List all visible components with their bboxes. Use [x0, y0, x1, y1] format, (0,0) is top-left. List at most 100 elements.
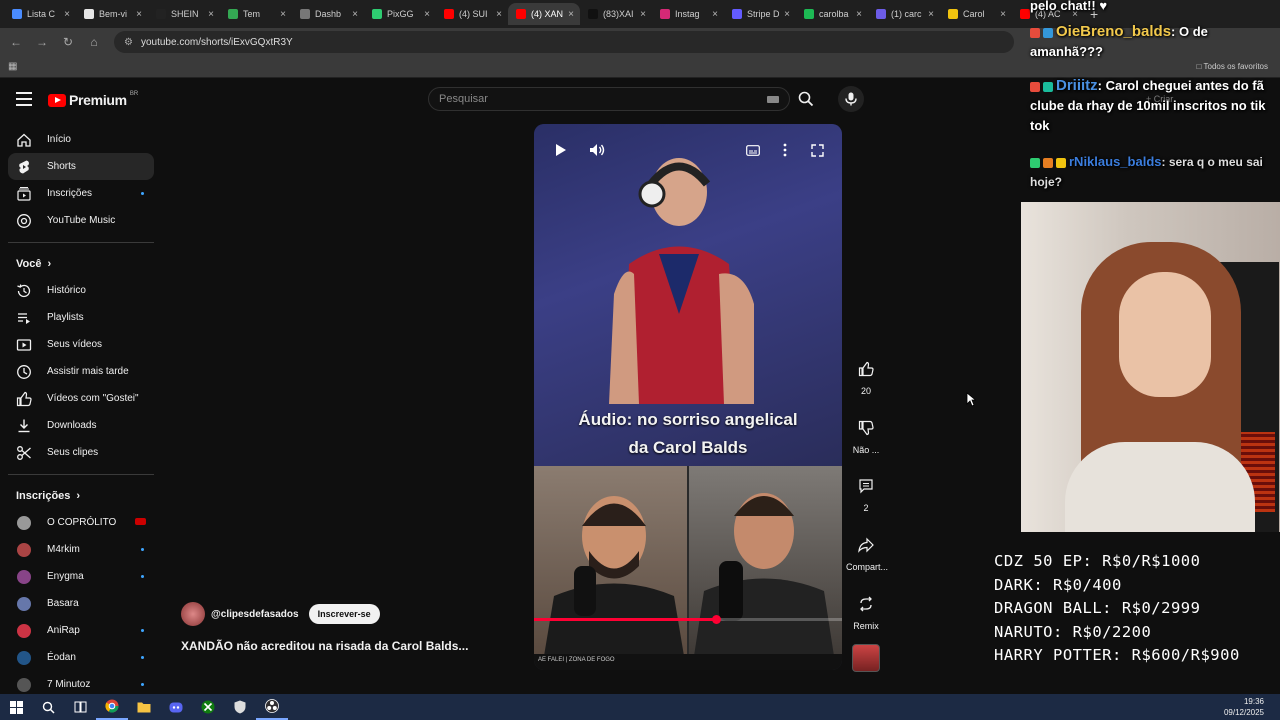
taskbar-xbox[interactable] — [192, 694, 224, 720]
browser-tab[interactable]: Dashb × — [292, 3, 364, 25]
browser-tab[interactable]: (83)XAI × — [580, 3, 652, 25]
short-title[interactable]: XANDÃO não acreditou na risada da Carol … — [181, 639, 468, 653]
play-button[interactable] — [550, 140, 572, 160]
channel-avatar — [16, 677, 32, 693]
tab-close-icon[interactable]: × — [1000, 9, 1006, 20]
browser-tab[interactable]: Lista C × — [4, 3, 76, 25]
subscriptions-section-heading[interactable]: Inscrições › — [8, 483, 154, 509]
sidebar-item-music[interactable]: YouTube Music — [8, 207, 154, 234]
browser-tab[interactable]: PixGG × — [364, 3, 436, 25]
keyboard-icon[interactable] — [767, 95, 779, 103]
back-icon[interactable]: ← — [10, 35, 22, 49]
tab-close-icon[interactable]: × — [856, 9, 862, 20]
sidebar-item-download[interactable]: Downloads — [8, 412, 154, 439]
browser-tab[interactable]: Instag × — [652, 3, 724, 25]
sidebar-item-subscriptions[interactable]: Inscrições — [8, 180, 154, 207]
sidebar-item-scissors[interactable]: Seus clipes — [8, 439, 154, 466]
reload-icon[interactable]: ↻ — [62, 35, 74, 49]
menu-icon[interactable] — [16, 92, 32, 106]
tab-close-icon[interactable]: × — [928, 9, 934, 20]
task-view-button[interactable] — [64, 694, 96, 720]
apps-grid-icon[interactable]: ▦ — [8, 61, 17, 72]
remix-icon — [860, 596, 872, 612]
remix-action[interactable]: Remix — [846, 589, 886, 631]
dislike-button[interactable] — [851, 413, 881, 443]
subscription-channel-item[interactable]: Basara — [8, 590, 154, 617]
captions-button[interactable] — [742, 140, 764, 160]
browser-tab[interactable]: Carol × — [940, 3, 1012, 25]
taskbar-file-explorer[interactable] — [128, 694, 160, 720]
subscription-channel-item[interactable]: AniRap — [8, 617, 154, 644]
home-icon[interactable]: ⌂ — [88, 35, 100, 49]
voice-search-button[interactable] — [838, 86, 864, 112]
taskbar-security[interactable] — [224, 694, 256, 720]
tab-close-icon[interactable]: × — [640, 9, 646, 20]
tab-close-icon[interactable]: × — [64, 9, 70, 20]
youtube-premium-logo[interactable]: Premium BR — [48, 91, 138, 108]
search-input[interactable] — [439, 93, 767, 105]
browser-tab[interactable]: SHEIN × — [148, 3, 220, 25]
sidebar-item-history[interactable]: Histórico — [8, 277, 154, 304]
subscribe-button[interactable]: Inscrever-se — [308, 604, 380, 624]
search-button[interactable] — [792, 87, 820, 111]
like-action[interactable]: 20 — [846, 354, 886, 396]
sidebar-item-your-videos[interactable]: Seus vídeos — [8, 331, 154, 358]
tab-close-icon[interactable]: × — [424, 9, 430, 20]
share-button[interactable] — [851, 530, 881, 560]
comments-button[interactable] — [851, 471, 881, 501]
sidebar-item-label: Início — [47, 134, 71, 145]
taskbar-discord[interactable] — [160, 694, 192, 720]
subscription-channel-item[interactable]: Enygma — [8, 563, 154, 590]
forward-icon[interactable]: → — [36, 35, 48, 49]
tab-close-icon[interactable]: × — [136, 9, 142, 20]
site-info-icon[interactable]: ⚙ — [124, 37, 133, 48]
browser-tab[interactable]: (4) SUI × — [436, 3, 508, 25]
tab-close-icon[interactable]: × — [280, 9, 286, 20]
tab-close-icon[interactable]: × — [568, 9, 574, 20]
remix-button[interactable] — [851, 589, 881, 619]
chat-badge-icon — [1030, 27, 1040, 38]
video-progress-bar[interactable] — [534, 615, 842, 624]
tab-favicon-icon — [300, 9, 310, 19]
tab-close-icon[interactable]: × — [352, 9, 358, 20]
browser-tab[interactable]: Stripe D × — [724, 3, 796, 25]
sidebar-item-home[interactable]: Início — [8, 126, 154, 153]
channel-name[interactable]: @clipesdefasados — [211, 609, 299, 620]
more-vertical-icon — [783, 143, 787, 157]
browser-tab[interactable]: (4) XAN × — [508, 3, 580, 25]
shorts-player[interactable]: Áudio: no sorriso angelical da Carol Bal… — [534, 124, 842, 670]
sidebar-item-watch-later[interactable]: Assistir mais tarde — [8, 358, 154, 385]
start-button[interactable] — [0, 694, 32, 720]
tab-close-icon[interactable]: × — [208, 9, 214, 20]
fullscreen-button[interactable] — [806, 140, 828, 160]
you-section-heading[interactable]: Você › — [8, 251, 154, 277]
taskbar-chrome[interactable] — [96, 694, 128, 720]
taskbar-obs[interactable] — [256, 694, 288, 720]
comments-action[interactable]: 2 — [846, 471, 886, 513]
browser-tab[interactable]: Bem-vi × — [76, 3, 148, 25]
sidebar-item-playlists[interactable]: Playlists — [8, 304, 154, 331]
sidebar-item-shorts[interactable]: Shorts — [8, 153, 154, 180]
tab-close-icon[interactable]: × — [712, 9, 718, 20]
tab-close-icon[interactable]: × — [496, 9, 502, 20]
obs-icon — [265, 699, 279, 713]
browser-tab[interactable]: (1) carc × — [868, 3, 940, 25]
browser-tab[interactable]: Tem × — [220, 3, 292, 25]
subscription-channel-item[interactable]: Éodan — [8, 644, 154, 671]
sidebar-item-like[interactable]: Vídeos com "Gostei" — [8, 385, 154, 412]
tab-close-icon[interactable]: × — [784, 9, 790, 20]
url-field[interactable]: ⚙ youtube.com/shorts/iExvGQxtR3Y — [114, 31, 1014, 53]
volume-button[interactable] — [586, 140, 608, 160]
system-clock[interactable]: 19:36 09/12/2025 — [1224, 696, 1264, 718]
browser-tab[interactable]: carolba × — [796, 3, 868, 25]
sound-thumbnail[interactable] — [852, 644, 880, 672]
progress-handle[interactable] — [711, 615, 721, 624]
more-options-button[interactable] — [774, 140, 796, 160]
dislike-action[interactable]: Não ... — [846, 413, 886, 455]
like-button[interactable] — [851, 354, 881, 384]
share-action[interactable]: Compart... — [846, 530, 888, 572]
subscription-channel-item[interactable]: O COPRÓLITO — [8, 509, 154, 536]
subscription-channel-item[interactable]: M4rkim — [8, 536, 154, 563]
channel-avatar[interactable] — [181, 602, 205, 626]
taskbar-search-button[interactable] — [32, 694, 64, 720]
